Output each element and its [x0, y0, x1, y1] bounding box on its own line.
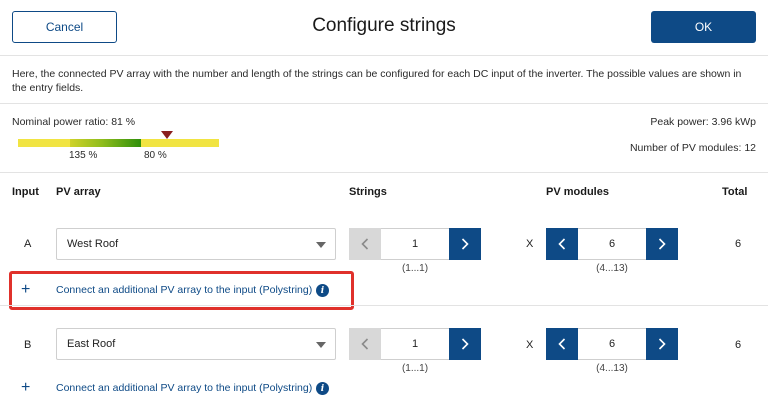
multiply-sign: X	[526, 238, 534, 250]
power-ratio-bar	[18, 139, 219, 147]
nominal-power-ratio: Nominal power ratio: 81 %	[12, 116, 136, 128]
strings-range: (1...1)	[401, 363, 429, 374]
strings-value[interactable]: 1	[381, 328, 449, 360]
strings-increment-button[interactable]	[449, 228, 481, 260]
ratio-label-right: 80 %	[144, 150, 167, 161]
ok-button[interactable]: OK	[651, 11, 756, 43]
peak-power: Peak power: 3.96 kWp	[650, 116, 756, 128]
column-header-pv-array: PV array	[56, 186, 101, 198]
strings-range: (1...1)	[401, 263, 429, 274]
pv-array-select[interactable]: West Roof	[56, 228, 336, 260]
total-value: 6	[735, 339, 742, 351]
strings-decrement-button[interactable]	[349, 328, 381, 360]
ratio-segment-low	[18, 139, 70, 147]
column-header-input: Input	[12, 186, 39, 198]
divider	[0, 172, 768, 173]
ratio-segment-optimal	[70, 139, 141, 147]
pv-array-select-value: East Roof	[67, 338, 116, 350]
ratio-label-left: 135 %	[69, 150, 98, 161]
pv-array-select-value: West Roof	[67, 238, 119, 250]
modules-increment-button[interactable]	[646, 328, 678, 360]
modules-stepper: 6	[546, 228, 678, 260]
column-header-pv-modules: PV modules	[546, 186, 609, 198]
add-polystring-link[interactable]: Connect an additional PV array to the in…	[56, 382, 312, 394]
plus-icon[interactable]: +	[21, 380, 30, 396]
chevron-left-icon	[361, 238, 369, 250]
strings-increment-button[interactable]	[449, 328, 481, 360]
description-text: Here, the connected PV array with the nu…	[12, 68, 742, 94]
ratio-segment-current	[141, 139, 169, 147]
total-value: 6	[735, 238, 742, 250]
chevron-right-icon	[658, 338, 666, 350]
column-header-total: Total	[722, 186, 748, 198]
input-label: B	[24, 339, 32, 351]
divider	[0, 305, 768, 306]
modules-range: (4...13)	[596, 363, 628, 374]
info-icon[interactable]: i	[316, 382, 329, 395]
modules-value[interactable]: 6	[578, 228, 646, 260]
multiply-sign: X	[526, 339, 534, 351]
strings-stepper: 1	[349, 228, 481, 260]
chevron-down-icon	[316, 342, 326, 348]
modules-increment-button[interactable]	[646, 228, 678, 260]
modules-decrement-button[interactable]	[546, 328, 578, 360]
chevron-down-icon	[316, 242, 326, 248]
ratio-marker-icon	[161, 131, 173, 139]
modules-value[interactable]: 6	[578, 328, 646, 360]
chevron-right-icon	[461, 338, 469, 350]
cancel-button[interactable]: Cancel	[12, 11, 117, 43]
modules-stepper: 6	[546, 328, 678, 360]
dialog-header: Cancel Configure strings OK	[0, 0, 768, 56]
chevron-right-icon	[658, 238, 666, 250]
column-header-strings: Strings	[349, 186, 387, 198]
strings-stepper: 1	[349, 328, 481, 360]
divider	[0, 103, 768, 104]
chevron-right-icon	[461, 238, 469, 250]
strings-value[interactable]: 1	[381, 228, 449, 260]
number-of-pv-modules: Number of PV modules: 12	[629, 142, 756, 154]
pv-array-select[interactable]: East Roof	[56, 328, 336, 360]
chevron-left-icon	[361, 338, 369, 350]
ratio-segment-high	[169, 139, 219, 147]
strings-decrement-button[interactable]	[349, 228, 381, 260]
chevron-left-icon	[558, 238, 566, 250]
modules-decrement-button[interactable]	[546, 228, 578, 260]
input-label: A	[24, 238, 32, 250]
chevron-left-icon	[558, 338, 566, 350]
modules-range: (4...13)	[596, 263, 628, 274]
